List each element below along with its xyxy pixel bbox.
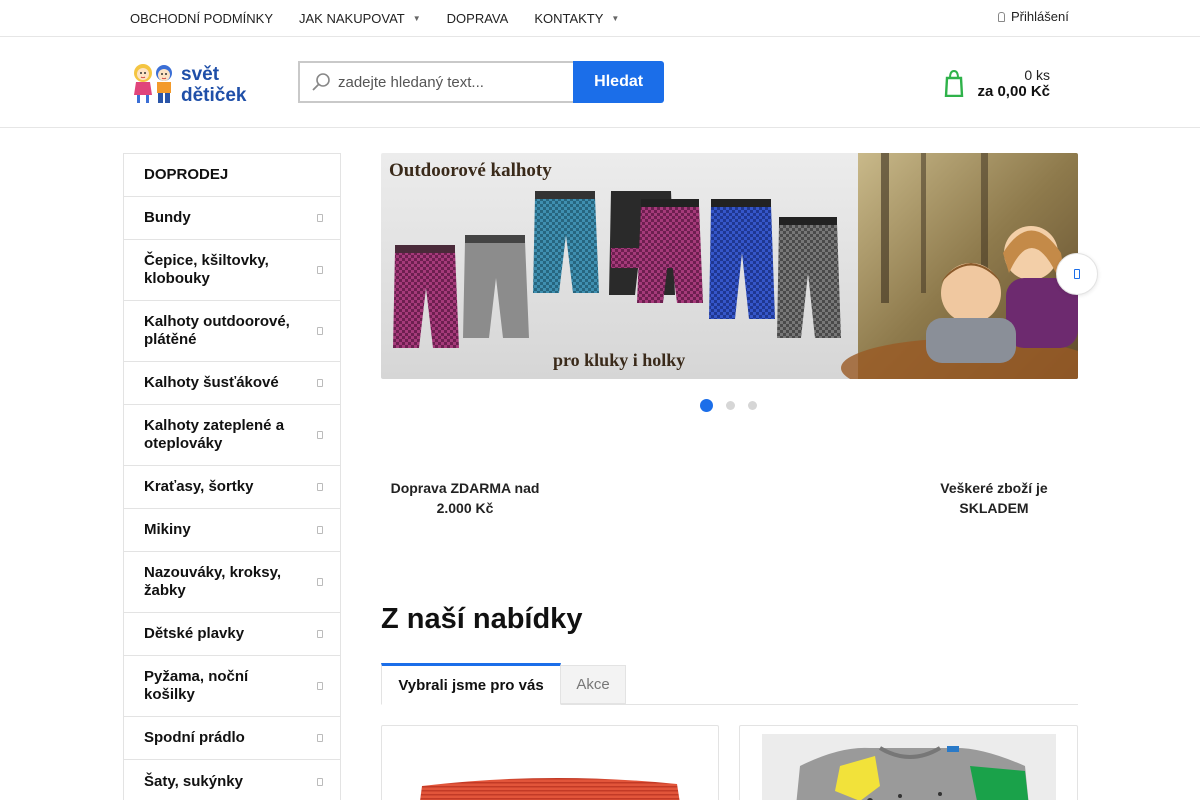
chevron-right-icon: [317, 526, 323, 534]
benefit-line: Doprava ZDARMA nad: [390, 480, 540, 496]
hero-banner[interactable]: Outdoorové kalhoty pro kluky i holky: [381, 153, 1078, 379]
benefit-line: Veškeré zboží je: [940, 480, 1048, 496]
slide-dot-3[interactable]: [748, 401, 757, 410]
tab-vybrali-jsme[interactable]: Vybrali jsme pro vás: [381, 663, 561, 705]
banner-image: Outdoorové kalhoty pro kluky i holky: [381, 153, 1078, 379]
sidebar-item-mikiny[interactable]: Mikiny: [124, 509, 340, 552]
sidebar-item-label: Bundy: [144, 209, 191, 226]
chevron-right-icon: [317, 578, 323, 586]
sidebar-item-cepice[interactable]: Čepice, kšiltovky, klobouky: [124, 240, 340, 301]
sidebar-item-label: Kalhoty outdoorové, plátěné: [144, 313, 290, 348]
nav-obchodni-podminky[interactable]: OBCHODNÍ PODMÍNKY: [117, 0, 286, 36]
chevron-right-icon: [317, 327, 323, 335]
sidebar-item-bundy[interactable]: Bundy: [124, 197, 340, 240]
user-icon: [998, 11, 1005, 22]
sidebar-item-label: Mikiny: [144, 521, 191, 538]
sidebar-item-label: Kraťasy, šortky: [144, 478, 254, 495]
product-card[interactable]: [381, 725, 719, 800]
logo-text-top: svět: [181, 64, 220, 85]
login-link[interactable]: Přihlášení: [998, 9, 1069, 24]
chevron-right-icon: [317, 379, 323, 387]
sidebar-item-label: Kalhoty zateplené a oteplováky: [144, 417, 285, 452]
benefit-line: 2.000 Kč: [436, 500, 494, 516]
header: svět dětiček Hledat 0 ks za 0,00 Kč: [0, 37, 1200, 128]
sidebar-item-saty[interactable]: Šaty, sukýnky: [124, 760, 340, 800]
logo-text-bottom: dětiček: [181, 85, 247, 105]
nav-label: JAK NAKUPOVAT: [299, 10, 405, 26]
top-bar: OBCHODNÍ PODMÍNKY JAK NAKUPOVAT ▼ DOPRAVA…: [0, 0, 1200, 37]
shopping-bag-icon: [944, 69, 964, 97]
sidebar-item-plavky[interactable]: Dětské plavky: [124, 613, 340, 656]
chevron-down-icon: ▼: [412, 13, 421, 23]
tab-akce[interactable]: Akce: [561, 665, 626, 704]
sidebar-item-label: Šaty, sukýnky: [144, 772, 243, 790]
site-logo[interactable]: svět dětiček: [131, 59, 257, 105]
chevron-right-icon: [317, 266, 323, 274]
banner-next-button[interactable]: [1056, 253, 1098, 295]
nav-label: DOPRAVA: [446, 10, 509, 26]
category-sidebar: DOPRODEJ Bundy Čepice, kšiltovky, klobou…: [123, 153, 341, 800]
product-image: [762, 734, 1056, 800]
chevron-right-icon: [317, 483, 323, 491]
search-input[interactable]: [338, 63, 568, 101]
sidebar-item-kalhoty-zateplene[interactable]: Kalhoty zateplené a oteplováky: [124, 405, 340, 466]
section-title: Z naší nabídky: [381, 603, 583, 635]
benefit-line: SKLADEM: [959, 500, 1029, 516]
sidebar-item-label: Nazouváky, kroksy, žabky: [144, 564, 282, 599]
chevron-right-icon: [1074, 269, 1080, 279]
login-label: Přihlášení: [1011, 9, 1069, 24]
sidebar-item-spodni-pradlo[interactable]: Spodní prádlo: [124, 717, 340, 760]
chevron-right-icon: [317, 682, 323, 690]
sidebar-item-kalhoty-outdoorove[interactable]: Kalhoty outdoorové, plátěné: [124, 301, 340, 362]
nav-doprava[interactable]: DOPRAVA: [434, 0, 522, 36]
sidebar-item-label: Kalhoty šusťákové: [144, 374, 279, 391]
product-image: [420, 777, 680, 800]
chevron-right-icon: [317, 214, 323, 222]
benefit-in-stock: Veškeré zboží je SKLADEM: [920, 478, 1068, 518]
sidebar-item-kalhoty-sustakove[interactable]: Kalhoty šusťákové: [124, 362, 340, 405]
slide-dot-2[interactable]: [726, 401, 735, 410]
sidebar-item-kratasy[interactable]: Kraťasy, šortky: [124, 466, 340, 509]
sidebar-item-label: Pyžama, noční košilky: [144, 668, 249, 703]
search-box: [298, 61, 574, 103]
banner-subtitle: pro kluky i holky: [553, 350, 685, 370]
nav-kontakty[interactable]: KONTAKTY ▼: [521, 0, 632, 36]
benefit-free-shipping: Doprava ZDARMA nad 2.000 Kč: [382, 478, 548, 518]
search-button[interactable]: Hledat: [573, 61, 664, 103]
offer-tabs: Vybrali jsme pro vás Akce: [381, 663, 1078, 705]
chevron-right-icon: [317, 630, 323, 638]
search-icon: [312, 73, 330, 91]
top-navigation: OBCHODNÍ PODMÍNKY JAK NAKUPOVAT ▼ DOPRAVA…: [117, 0, 632, 36]
chevron-right-icon: [317, 777, 323, 786]
sidebar-item-nazouvaky[interactable]: Nazouváky, kroksy, žabky: [124, 552, 340, 613]
nav-jak-nakupovat[interactable]: JAK NAKUPOVAT ▼: [286, 0, 434, 36]
banner-title: Outdoorové kalhoty: [389, 160, 552, 181]
sidebar-item-label: Čepice, kšiltovky, klobouky: [144, 252, 269, 287]
sidebar-item-label: Spodní prádlo: [144, 729, 245, 746]
chevron-down-icon: ▼: [611, 13, 620, 23]
nav-label: KONTAKTY: [534, 10, 604, 26]
cart-total: za 0,00 Kč: [977, 83, 1050, 100]
chevron-right-icon: [317, 734, 323, 742]
cart-count: 0 ks: [1024, 67, 1050, 83]
sidebar-item-label: DOPRODEJ: [144, 166, 229, 183]
search-form: Hledat: [298, 61, 664, 103]
sidebar-item-pyzama[interactable]: Pyžama, noční košilky: [124, 656, 340, 717]
sidebar-item-doprodej[interactable]: DOPRODEJ: [124, 154, 340, 197]
product-card[interactable]: [739, 725, 1078, 800]
slide-dot-1[interactable]: [700, 399, 713, 412]
cart-summary[interactable]: 0 ks za 0,00 Kč: [944, 65, 1050, 105]
sidebar-item-label: Dětské plavky: [144, 625, 245, 642]
banner-pagination: [700, 399, 770, 412]
chevron-right-icon: [317, 431, 323, 439]
nav-label: OBCHODNÍ PODMÍNKY: [130, 10, 274, 26]
